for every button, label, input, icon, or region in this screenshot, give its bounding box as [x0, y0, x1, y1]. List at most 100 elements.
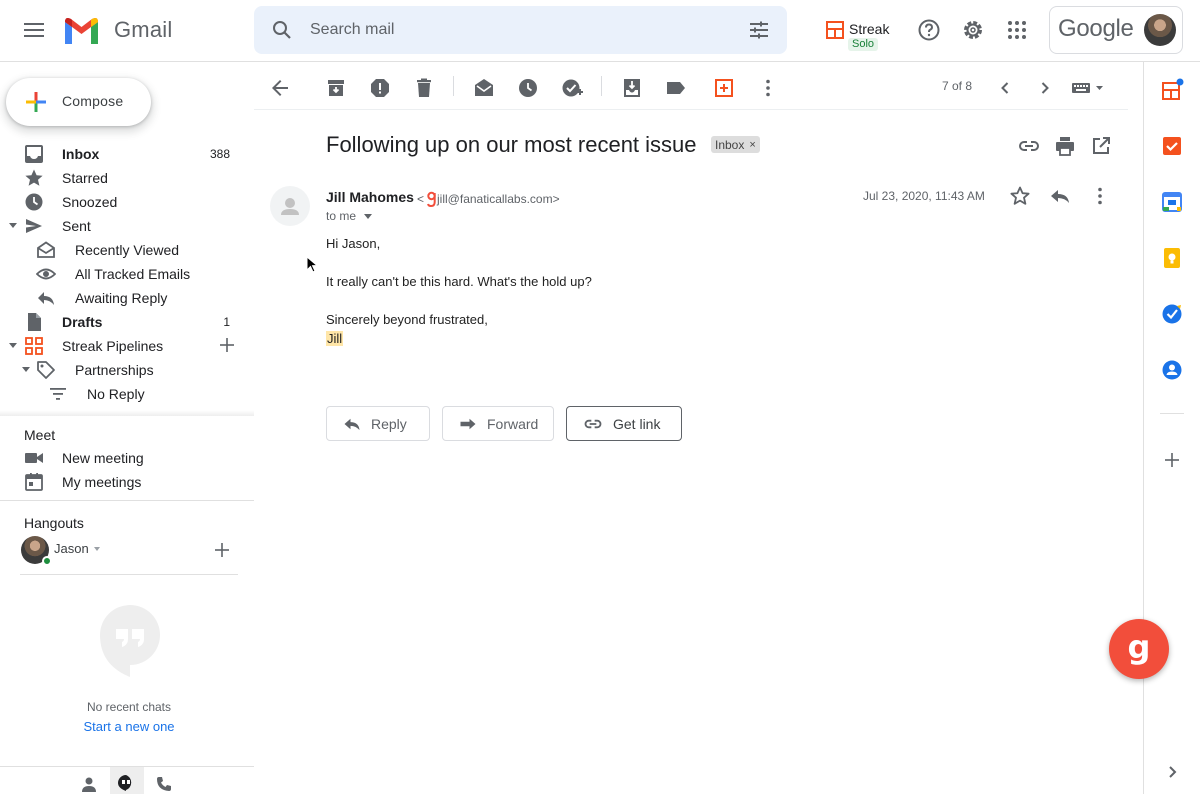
- search-icon[interactable]: [270, 18, 294, 42]
- more-options-icon[interactable]: [756, 76, 780, 100]
- sender-avatar[interactable]: [270, 186, 310, 226]
- star-outline-icon[interactable]: [1008, 184, 1032, 208]
- send-icon: [26, 219, 42, 233]
- help-icon[interactable]: [917, 18, 941, 42]
- phone-icon[interactable]: [156, 776, 172, 792]
- draft-file-icon: [28, 313, 41, 331]
- streak-grid-icon: [826, 21, 844, 39]
- collapse-caret-icon[interactable]: [9, 343, 17, 348]
- streak-g-icon: g: [1127, 628, 1151, 666]
- report-spam-icon[interactable]: [368, 76, 392, 100]
- email-body-line: It really can't be this hard. What's the…: [326, 274, 592, 289]
- contacts-app-icon[interactable]: [1160, 358, 1184, 382]
- sidebar-item-label: Starred: [62, 170, 108, 186]
- sidebar-item-starred[interactable]: Starred: [0, 166, 254, 190]
- streak-tracking-icon[interactable]: [427, 191, 436, 207]
- sidebar-item-all-tracked-emails[interactable]: All Tracked Emails: [0, 262, 254, 286]
- search-input[interactable]: [310, 6, 730, 54]
- tag-icon: [37, 361, 55, 379]
- sidebar-item-label: No Reply: [87, 386, 145, 402]
- back-arrow-icon[interactable]: [268, 76, 292, 100]
- reply-button[interactable]: Reply: [326, 406, 430, 441]
- search-bar[interactable]: [254, 6, 787, 54]
- streak-box-icon[interactable]: [712, 76, 736, 100]
- get-addons-plus-icon[interactable]: [1160, 448, 1184, 472]
- hangouts-user-name[interactable]: Jason: [54, 541, 89, 556]
- sidebar-item-partnerships[interactable]: Partnerships: [0, 358, 254, 382]
- recipient-summary: to me: [326, 209, 357, 223]
- input-tools-keyboard-icon[interactable]: [1072, 81, 1106, 95]
- tasks-app-icon[interactable]: [1160, 134, 1184, 158]
- keep-app-icon[interactable]: [1160, 246, 1184, 270]
- sidebar-item-inbox[interactable]: Inbox 388: [0, 142, 254, 166]
- sidebar-item-no-reply[interactable]: No Reply: [0, 382, 254, 406]
- sidebar-item-streak-pipelines[interactable]: Streak Pipelines: [0, 334, 254, 358]
- streak-quick-action-button[interactable]: g: [1109, 619, 1169, 679]
- sidebar-item-label: Snoozed: [62, 194, 118, 210]
- show-details-caret-icon[interactable]: [364, 214, 372, 219]
- sidebar-item-recently-viewed[interactable]: Recently Viewed: [0, 238, 254, 262]
- account-switcher[interactable]: Google: [1049, 6, 1183, 54]
- account-avatar[interactable]: [1144, 14, 1176, 46]
- snooze-clock-icon[interactable]: [516, 76, 540, 100]
- new-chat-plus-icon[interactable]: [215, 543, 229, 557]
- sidebar-item-sent[interactable]: Sent: [0, 214, 254, 238]
- settings-gear-icon[interactable]: [961, 18, 985, 42]
- label-tag-icon[interactable]: [664, 76, 688, 100]
- gmail-logo[interactable]: Gmail: [63, 16, 172, 44]
- archive-icon[interactable]: [324, 76, 348, 100]
- email-subject: Following up on our most recent issue: [326, 132, 697, 157]
- reply-button-label: Reply: [371, 415, 407, 432]
- main-menu-icon[interactable]: [22, 20, 46, 40]
- sidebar-item-drafts[interactable]: Drafts 1: [0, 310, 254, 334]
- streak-panel-icon[interactable]: [1160, 78, 1184, 102]
- expand-side-panel-icon[interactable]: [1160, 760, 1184, 784]
- star-icon: [25, 169, 43, 186]
- online-status-icon: [42, 556, 52, 566]
- sender-email-wrapper: < jill@fanaticallabs.com >: [417, 191, 560, 207]
- get-link-button-label: Get link: [613, 415, 661, 432]
- collapse-caret-icon[interactable]: [22, 367, 30, 372]
- status-dropdown-icon[interactable]: [94, 547, 100, 551]
- move-to-icon[interactable]: [620, 76, 644, 100]
- forward-button[interactable]: Forward: [442, 406, 554, 441]
- print-icon[interactable]: [1053, 134, 1077, 158]
- message-date: Jul 23, 2020, 11:43 AM: [863, 189, 985, 203]
- sidebar-item-snoozed[interactable]: Snoozed: [0, 190, 254, 214]
- delete-trash-icon[interactable]: [412, 76, 436, 100]
- streak-logo[interactable]: [826, 21, 844, 39]
- my-meetings-label: My meetings: [62, 474, 142, 490]
- mark-unread-icon[interactable]: [472, 76, 496, 100]
- apps-grid-icon[interactable]: [1005, 18, 1029, 42]
- streak-name[interactable]: Streak: [849, 21, 889, 37]
- opened-envelope-icon: [37, 241, 55, 258]
- compose-button[interactable]: Compose: [6, 78, 151, 126]
- reply-arrow-icon[interactable]: [1048, 184, 1072, 208]
- calendar-app-icon[interactable]: [1160, 190, 1184, 214]
- my-meetings-button[interactable]: My meetings: [0, 470, 254, 494]
- message-more-icon[interactable]: [1088, 184, 1112, 208]
- search-options-icon[interactable]: [747, 18, 771, 42]
- sender-name[interactable]: Jill Mahomes: [326, 189, 414, 205]
- sidebar-item-awaiting-reply[interactable]: Awaiting Reply: [0, 286, 254, 310]
- start-new-chat-link[interactable]: Start a new one: [0, 719, 258, 734]
- inbox-icon: [25, 145, 43, 163]
- contacts-person-icon[interactable]: [81, 776, 97, 792]
- newer-chevron-icon[interactable]: [993, 76, 1017, 100]
- forward-button-label: Forward: [487, 415, 539, 432]
- older-chevron-icon[interactable]: [1033, 76, 1057, 100]
- reply-button-icon: [344, 418, 360, 430]
- collapse-caret-icon[interactable]: [9, 223, 17, 228]
- add-pipeline-icon[interactable]: [219, 337, 235, 353]
- add-to-tasks-icon[interactable]: [560, 76, 584, 100]
- pipelines-grid-icon: [25, 337, 43, 355]
- email-signature-line: Jill: [326, 331, 344, 346]
- sidebar-item-label: Partnerships: [75, 362, 154, 378]
- get-link-button[interactable]: Get link: [566, 406, 682, 441]
- remove-label-icon[interactable]: ×: [749, 139, 755, 151]
- hangouts-bottom-tabs: [0, 766, 254, 794]
- new-meeting-button[interactable]: New meeting: [0, 446, 254, 470]
- open-in-new-window-icon[interactable]: [1089, 134, 1113, 158]
- tasks-check-app-icon[interactable]: [1160, 302, 1184, 326]
- link-icon[interactable]: [1017, 134, 1041, 158]
